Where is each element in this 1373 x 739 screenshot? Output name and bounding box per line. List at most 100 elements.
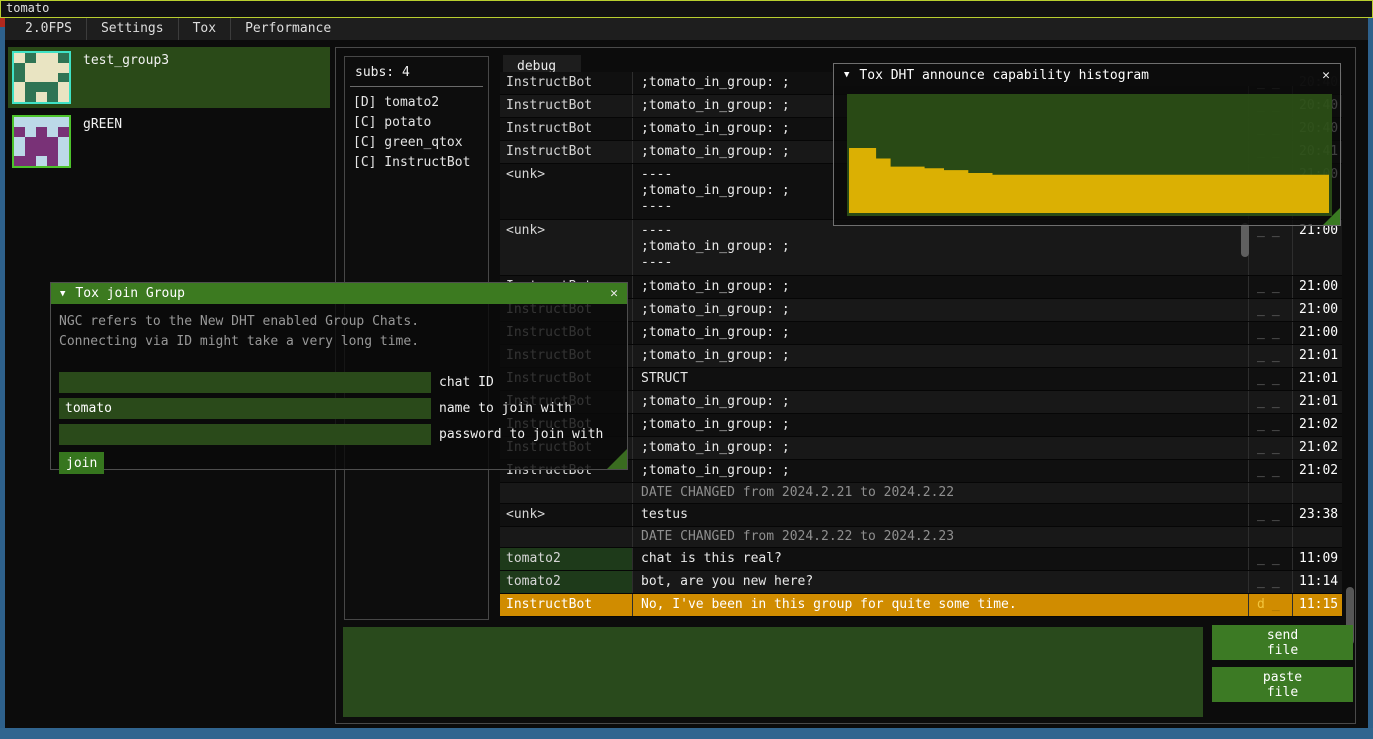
subs-count-label: subs: 4 — [345, 57, 488, 86]
avatar-pixel — [25, 156, 36, 166]
avatar-pixel — [14, 117, 25, 127]
menu-item-2-0fps[interactable]: 2.0FPS — [11, 18, 86, 40]
avatar-pixel — [47, 63, 58, 73]
avatar-pixel — [58, 53, 69, 63]
chat-row-message: ;tomato_in_group: ; — [632, 391, 1248, 413]
chat-id-label: chat ID — [439, 375, 494, 390]
chat-row[interactable]: <unk>---- ;tomato_in_group: ; ----__21:0… — [500, 220, 1342, 276]
avatar-pixel — [47, 73, 58, 83]
chat-row[interactable]: tomato2chat is this real?__11:09 — [500, 548, 1342, 571]
date-changed-row[interactable]: DATE CHANGED from 2024.2.22 to 2024.2.23 — [500, 527, 1342, 548]
avatar-pixel — [14, 82, 25, 92]
dht-histogram-titlebar[interactable]: ▼ Tox DHT announce capability histogram … — [834, 64, 1340, 86]
avatar-pixel — [36, 92, 47, 102]
avatar-pixel — [14, 92, 25, 102]
avatar-pixel — [14, 137, 25, 147]
chat-row-time: 21:00 — [1292, 220, 1342, 275]
chat-row-message: No, I've been in this group for quite so… — [632, 594, 1248, 616]
avatar-pixel — [36, 73, 47, 83]
chat-row[interactable]: InstructBotNo, I've been in this group f… — [500, 594, 1342, 617]
member-list-item[interactable]: [C] InstructBot — [345, 153, 488, 173]
chat-row[interactable]: <unk>testus__23:38 — [500, 504, 1342, 527]
chat-row-author — [500, 527, 632, 547]
chat-row-time: 21:02 — [1292, 460, 1342, 482]
message-scrollbar-thumb[interactable] — [1241, 223, 1249, 257]
chat-id-input[interactable] — [59, 372, 431, 393]
chat-row-message: chat is this real? — [632, 548, 1248, 570]
collapse-arrow-icon[interactable]: ▼ — [60, 289, 65, 299]
join-fields: chat ID name to join with password to jo… — [59, 372, 619, 445]
menu-item-performance[interactable]: Performance — [231, 18, 345, 40]
dht-histogram-window: ▼ Tox DHT announce capability histogram … — [833, 63, 1341, 226]
avatar-pixel — [58, 146, 69, 156]
chat-row-author: InstructBot — [500, 72, 632, 94]
join-password-input[interactable] — [59, 424, 431, 445]
chat-row-message: ---- ;tomato_in_group: ; ---- — [632, 220, 1248, 275]
flag-2: _ — [1272, 303, 1280, 321]
flag-1: _ — [1257, 508, 1265, 526]
chat-row-time: 21:00 — [1292, 322, 1342, 344]
flag-1: _ — [1257, 464, 1265, 482]
join-button[interactable]: join — [59, 452, 104, 474]
flag-1: _ — [1257, 224, 1265, 275]
chat-row-message: ;tomato_in_group: ; — [632, 460, 1248, 482]
group-row-test_group3[interactable]: test_group3 — [8, 47, 330, 108]
chat-row-flags: __ — [1248, 368, 1292, 390]
paste-file-label: paste file — [1259, 670, 1307, 700]
close-icon[interactable]: ✕ — [610, 286, 618, 301]
join-name-input[interactable] — [59, 398, 431, 419]
chat-row-message: testus — [632, 504, 1248, 526]
avatar-pixel — [47, 53, 58, 63]
paste-file-button[interactable]: paste file — [1212, 667, 1353, 702]
join-group-titlebar[interactable]: ▼ Tox join Group ✕ — [51, 283, 627, 304]
avatar-pixel — [47, 137, 58, 147]
avatar-pixel — [14, 63, 25, 73]
menu-item-settings[interactable]: Settings — [87, 18, 178, 40]
chat-row-flags: __ — [1248, 571, 1292, 593]
menu-bar: 2.0FPSSettingsToxPerformance — [5, 18, 1368, 40]
join-group-window: ▼ Tox join Group ✕ NGC refers to the New… — [50, 282, 628, 470]
member-list-item[interactable]: [C] green_qtox — [345, 133, 488, 153]
message-input[interactable] — [343, 627, 1203, 717]
group-avatar — [12, 51, 71, 104]
join-intro-line: Connecting via ID might take a very long… — [59, 332, 619, 352]
chat-row-flags: __ — [1248, 299, 1292, 321]
flag-2: _ — [1272, 372, 1280, 390]
resize-grip[interactable] — [1323, 208, 1340, 225]
avatar-pixel — [58, 156, 69, 166]
flag-2: _ — [1272, 224, 1280, 275]
close-icon[interactable]: ✕ — [1322, 68, 1330, 83]
flag-1: _ — [1257, 441, 1265, 459]
chat-row[interactable]: tomato2bot, are you new here?__11:14 — [500, 571, 1342, 594]
member-list-item[interactable]: [D] tomato2 — [345, 93, 488, 113]
chat-row-time: 11:09 — [1292, 548, 1342, 570]
avatar-pixel — [36, 63, 47, 73]
join-group-title: Tox join Group — [75, 286, 185, 301]
avatar-pixel — [58, 82, 69, 92]
chat-row-flags: __ — [1248, 220, 1292, 275]
flag-1: _ — [1257, 280, 1265, 298]
avatar-pixel — [36, 137, 47, 147]
avatar-pixel — [25, 137, 36, 147]
collapse-arrow-icon[interactable]: ▼ — [844, 70, 849, 80]
chat-row-flags: __ — [1248, 345, 1292, 367]
member-list-item[interactable]: [C] potato — [345, 113, 488, 133]
chat-row-flags: __ — [1248, 276, 1292, 298]
chat-row-time: 11:15 — [1292, 594, 1342, 616]
avatar-pixel — [36, 146, 47, 156]
avatar-pixel — [14, 156, 25, 166]
send-file-button[interactable]: send file — [1212, 625, 1353, 660]
group-avatar — [12, 115, 71, 168]
flag-2: _ — [1272, 464, 1280, 482]
menu-item-tox[interactable]: Tox — [179, 18, 230, 40]
resize-grip[interactable] — [607, 449, 627, 469]
app-titlebar[interactable]: tomato — [0, 0, 1373, 18]
group-row-gREEN[interactable]: gREEN — [8, 111, 330, 170]
chat-row-author: tomato2 — [500, 548, 632, 570]
app-window: tomato 2.0FPSSettingsToxPerformance test… — [0, 0, 1373, 739]
chat-row-message: ;tomato_in_group: ; — [632, 437, 1248, 459]
chat-row-time: 21:02 — [1292, 437, 1342, 459]
chat-row-author: <unk> — [500, 504, 632, 526]
date-changed-row[interactable]: DATE CHANGED from 2024.2.21 to 2024.2.22 — [500, 483, 1342, 504]
chat-row-time: 21:01 — [1292, 391, 1342, 413]
